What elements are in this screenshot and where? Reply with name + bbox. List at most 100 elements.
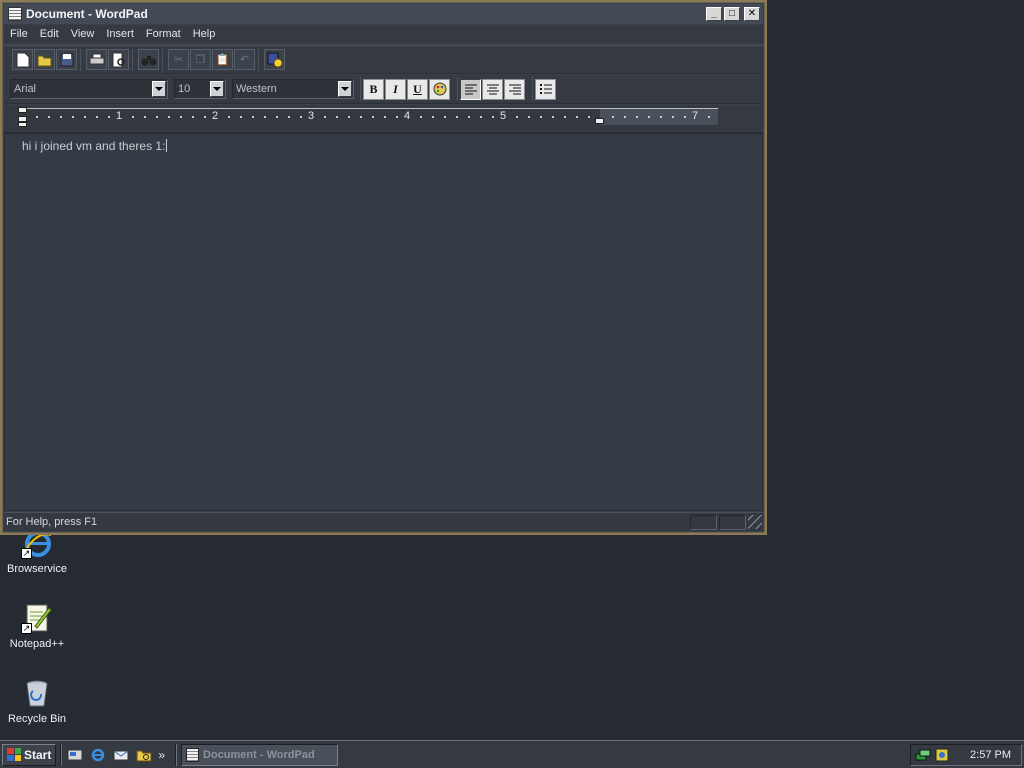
- font-size-select[interactable]: 10: [174, 79, 226, 99]
- taskbar-button-wordpad[interactable]: Document - WordPad: [181, 743, 339, 766]
- script-select[interactable]: Western: [232, 79, 354, 99]
- shortcut-arrow-icon: ↗: [21, 548, 32, 559]
- ruler-dot: [456, 116, 458, 118]
- bullets-button[interactable]: [535, 78, 556, 100]
- date-time-button[interactable]: [264, 49, 285, 70]
- menu-view[interactable]: View: [65, 28, 101, 40]
- start-button[interactable]: Start: [2, 743, 57, 766]
- ruler-number: 5: [500, 110, 507, 122]
- volume-icon[interactable]: [935, 748, 951, 762]
- italic-button[interactable]: I: [385, 78, 406, 100]
- chevron-down-icon[interactable]: [152, 81, 166, 97]
- ruler-dot: [384, 116, 386, 118]
- menu-format[interactable]: Format: [140, 28, 187, 40]
- taskbar-separator: [60, 743, 63, 766]
- ruler-dot: [72, 116, 74, 118]
- ruler-dot: [300, 116, 302, 118]
- new-button[interactable]: [12, 49, 33, 70]
- ruler-dot: [612, 116, 614, 118]
- show-desktop-icon[interactable]: [66, 746, 84, 764]
- ruler-dot: [336, 116, 338, 118]
- ruler-dot: [492, 116, 494, 118]
- ruler-dot: [60, 116, 62, 118]
- ruler-dot: [528, 116, 530, 118]
- ruler-dot: [564, 116, 566, 118]
- undo-button[interactable]: ↶: [234, 49, 255, 70]
- window-title: Document - WordPad: [26, 7, 148, 21]
- align-center-button[interactable]: [482, 78, 503, 100]
- cut-button[interactable]: ✂: [168, 49, 189, 70]
- chevron-down-icon[interactable]: [338, 81, 352, 97]
- ruler-dot: [648, 116, 650, 118]
- title-bar[interactable]: Document - WordPad _ □ ✕: [4, 4, 763, 24]
- cut-icon: ✂: [173, 54, 184, 66]
- menu-insert[interactable]: Insert: [100, 28, 140, 40]
- ruler[interactable]: 1 2 3 4 5 7: [4, 105, 763, 133]
- ruler-dot: [684, 116, 686, 118]
- start-label: Start: [24, 747, 52, 762]
- document-editor[interactable]: hi i joined vm and theres 1:: [4, 133, 763, 511]
- outlook-icon[interactable]: [112, 746, 130, 764]
- font-select[interactable]: Arial: [10, 79, 168, 99]
- save-button[interactable]: [56, 49, 77, 70]
- align-right-button[interactable]: [504, 78, 525, 100]
- menu-help[interactable]: Help: [187, 28, 222, 40]
- clock[interactable]: 2:57 PM: [970, 749, 1011, 761]
- find-button[interactable]: [138, 49, 159, 70]
- print-preview-button[interactable]: [108, 49, 129, 70]
- paste-button[interactable]: 📋: [212, 49, 233, 70]
- copy-button[interactable]: ❐: [190, 49, 211, 70]
- ruler-dot: [156, 116, 158, 118]
- menu-edit[interactable]: Edit: [34, 28, 65, 40]
- wordpad-icon[interactable]: [8, 7, 22, 21]
- ruler-dot: [420, 116, 422, 118]
- align-left-button[interactable]: [460, 78, 481, 100]
- taskbar-separator: [175, 743, 178, 766]
- color-palette-icon: [433, 82, 446, 96]
- notepad-plus-plus-icon: ↗: [21, 602, 53, 634]
- ruler-dot: [348, 116, 350, 118]
- explorer-icon[interactable]: [135, 746, 153, 764]
- document-text[interactable]: hi i joined vm and theres 1:: [22, 139, 168, 153]
- left-margin-marker[interactable]: [18, 122, 27, 127]
- underline-button[interactable]: U: [407, 78, 428, 100]
- bullets-group: [532, 77, 559, 101]
- color-button[interactable]: [429, 78, 450, 100]
- ruler-dot: [288, 116, 290, 118]
- desktop-icon-recycle-bin[interactable]: Recycle Bin: [0, 677, 74, 725]
- find-icon: [141, 55, 156, 65]
- ruler-dot: [540, 116, 542, 118]
- ruler-dot: [468, 116, 470, 118]
- ruler-dot: [552, 116, 554, 118]
- first-line-indent-marker[interactable]: [18, 107, 27, 113]
- ruler-dot: [168, 116, 170, 118]
- ruler-dot: [708, 116, 710, 118]
- status-pane: [690, 514, 717, 530]
- desktop-icon-notepad-plus-plus[interactable]: ↗ Notepad++: [0, 602, 74, 650]
- resize-grip-icon[interactable]: [748, 515, 762, 529]
- menu-file[interactable]: File: [4, 28, 34, 40]
- close-button[interactable]: ✕: [744, 7, 760, 21]
- print-button[interactable]: [86, 49, 107, 70]
- bold-button[interactable]: B: [363, 78, 384, 100]
- menu-bar: File Edit View Insert Format Help: [4, 25, 763, 43]
- shortcut-arrow-icon: ↗: [21, 623, 32, 634]
- chevron-down-icon[interactable]: [210, 81, 224, 97]
- copy-icon: ❐: [195, 54, 206, 66]
- right-indent-marker[interactable]: [595, 118, 604, 124]
- desktop-icon-label: Recycle Bin: [7, 713, 67, 725]
- font-size-value: 10: [178, 83, 191, 95]
- ruler-dot: [576, 116, 578, 118]
- ruler-dot: [624, 116, 626, 118]
- maximize-button[interactable]: □: [724, 7, 740, 21]
- script-value: Western: [236, 83, 277, 95]
- network-icon[interactable]: [915, 748, 931, 762]
- ruler-dot: [252, 116, 254, 118]
- minimize-button[interactable]: _: [706, 7, 722, 21]
- wordpad-window: Document - WordPad _ □ ✕ File Edit View …: [0, 0, 767, 535]
- align-center-icon: [486, 84, 499, 94]
- open-button[interactable]: [34, 49, 55, 70]
- ie-icon[interactable]: [89, 746, 107, 764]
- quick-launch-overflow[interactable]: »: [158, 748, 165, 762]
- print-icon: [89, 53, 104, 64]
